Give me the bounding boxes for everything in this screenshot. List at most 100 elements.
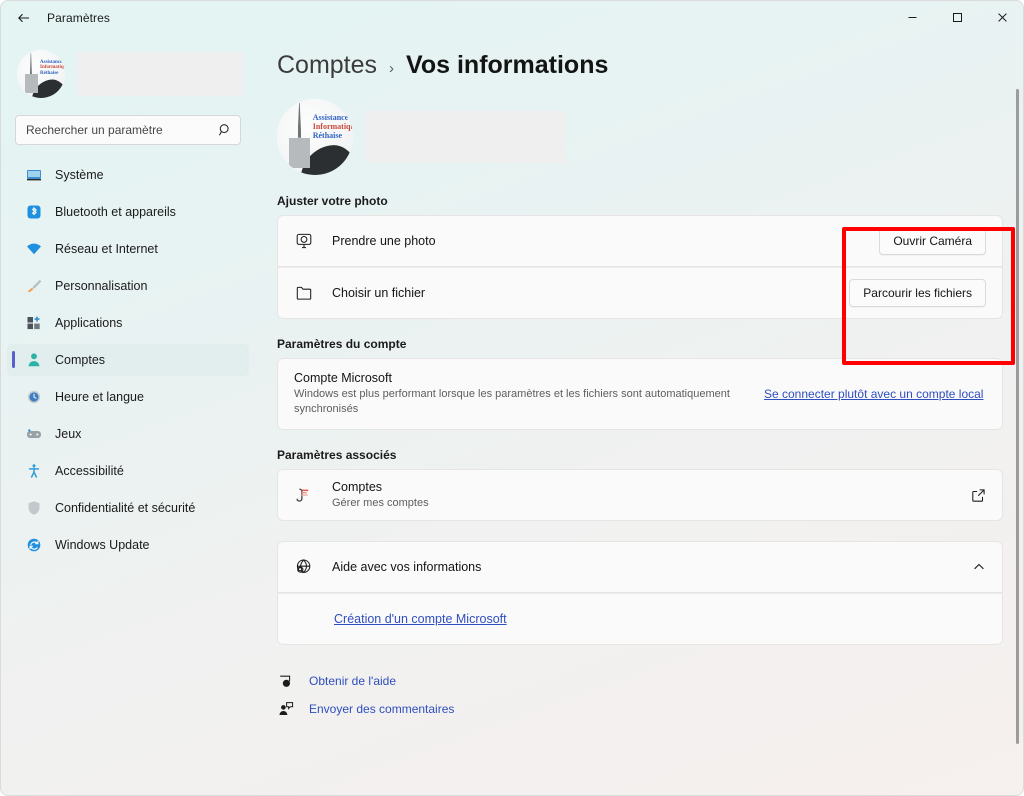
shield-icon — [25, 500, 42, 517]
avatar: Assistance Informatique Réthaise — [17, 50, 65, 98]
help-accordion-header[interactable]: Aide avec vos informations — [277, 541, 1003, 593]
sidebar-item-systeme[interactable]: Système — [7, 159, 249, 191]
accounts-app-icon — [294, 485, 314, 505]
sidebar-item-label: Réseau et Internet — [55, 242, 158, 256]
avatar-text-line1: Assistance — [312, 113, 349, 123]
sidebar-item-comptes[interactable]: Comptes — [7, 344, 249, 376]
back-arrow-icon — [18, 13, 29, 22]
avatar-text-line3: Réthaise — [312, 131, 343, 141]
window-title: Paramètres — [47, 10, 111, 25]
footer-link-get-help[interactable]: ? Obtenir de l'aide — [277, 667, 1023, 695]
help-header-label: Aide avec vos informations — [332, 560, 482, 574]
maximize-button[interactable] — [935, 2, 980, 34]
folder-icon — [294, 284, 314, 302]
brush-icon — [25, 278, 42, 295]
footer-link-label: Obtenir de l'aide — [309, 674, 397, 688]
row-sublabel: Gérer mes comptes — [332, 496, 429, 509]
sidebar: Assistance Informatique Réthaise Recherc… — [1, 34, 257, 795]
footer-links: ? Obtenir de l'aide Envoyer des commenta… — [277, 667, 1023, 723]
sidebar-nav: Système Bluetooth et appareils Réseau et… — [1, 159, 257, 561]
sidebar-item-accessibilite[interactable]: Accessibilité — [7, 455, 249, 487]
page-title: Vos informations — [406, 51, 609, 79]
search-icon — [218, 123, 232, 137]
globe-help-icon — [294, 558, 314, 576]
breadcrumb-separator: › — [389, 60, 395, 77]
avatar-text-line2: Informatique — [40, 65, 65, 71]
sidebar-item-reseau-et-internet[interactable]: Réseau et Internet — [7, 233, 249, 265]
chevron-up-icon[interactable] — [972, 560, 986, 574]
help-accordion-body: Création d'un compte Microsoft — [277, 593, 1003, 645]
search-input[interactable]: Rechercher un paramètre — [15, 115, 241, 145]
back-button[interactable] — [7, 3, 41, 33]
person-icon — [25, 352, 42, 369]
close-icon — [998, 13, 1007, 22]
sidebar-item-jeux[interactable]: Jeux — [7, 418, 249, 450]
external-link-icon[interactable] — [971, 488, 986, 503]
sidebar-item-personnalisation[interactable]: Personnalisation — [7, 270, 249, 302]
sidebar-item-label: Confidentialité et sécurité — [55, 501, 196, 515]
row-label: Prendre une photo — [332, 234, 436, 248]
footer-link-send-feedback[interactable]: Envoyer des commentaires — [277, 695, 1023, 723]
help-link-create-microsoft-account[interactable]: Création d'un compte Microsoft — [334, 612, 507, 626]
avatar-text-line2: Informatique — [312, 122, 353, 132]
sidebar-item-label: Comptes — [55, 353, 106, 367]
section-title-adjust-photo: Ajuster votre photo — [277, 194, 388, 208]
row-label: Choisir un fichier — [332, 286, 426, 300]
related-settings-card-group: Comptes Gérer mes comptes — [277, 469, 1003, 521]
sidebar-item-label: Accessibilité — [55, 464, 124, 478]
profile-name-redacted — [365, 111, 565, 163]
avatar: Assistance Informatique Réthaise — [277, 99, 353, 175]
accessibility-icon — [25, 463, 42, 480]
update-icon — [25, 537, 42, 554]
row-choose-file[interactable]: Choisir un fichier Parcourir les fichier… — [277, 267, 1003, 319]
title-bar: Paramètres — [1, 1, 1023, 34]
browse-files-button[interactable]: Parcourir les fichiers — [849, 279, 986, 307]
section-title-related-settings: Paramètres associés — [277, 448, 397, 462]
breadcrumb: Comptes › Vos informations — [277, 51, 1023, 80]
sign-in-local-account-link[interactable]: Se connecter plutôt avec un compte local — [764, 387, 983, 401]
maximize-icon — [953, 13, 962, 22]
row-microsoft-account: Compte Microsoft Windows est plus perfor… — [277, 358, 1003, 430]
wifi-icon — [25, 241, 42, 258]
sidebar-profile[interactable]: Assistance Informatique Réthaise — [17, 43, 243, 105]
webcam-icon — [294, 232, 314, 250]
row-label: Comptes — [332, 479, 383, 494]
avatar-text-line3: Réthaise — [40, 70, 59, 76]
account-settings-card-group: Compte Microsoft Windows est plus perfor… — [277, 358, 1003, 430]
minimize-button[interactable] — [890, 2, 935, 34]
sidebar-item-label: Personnalisation — [55, 279, 148, 293]
content-pane: Comptes › Vos informations Assistance In… — [257, 34, 1023, 795]
bluetooth-icon — [25, 204, 42, 221]
row-sublabel: Windows est plus performant lorsque les … — [294, 388, 730, 415]
help-accordion: Aide avec vos informations Création d'un… — [277, 541, 1003, 645]
monitor-icon — [25, 167, 42, 184]
footer-link-label: Envoyer des commentaires — [309, 702, 455, 716]
sidebar-item-label: Jeux — [55, 427, 82, 441]
gamepad-icon — [25, 426, 42, 443]
sidebar-item-applications[interactable]: Applications — [7, 307, 249, 339]
sidebar-item-label: Bluetooth et appareils — [55, 205, 176, 219]
breadcrumb-parent[interactable]: Comptes — [277, 51, 377, 80]
svg-text:?: ? — [285, 681, 288, 687]
profile-header: Assistance Informatique Réthaise — [277, 98, 1023, 176]
avatar-text-line1: Assistance — [40, 59, 63, 65]
sidebar-item-windows-update[interactable]: Windows Update — [7, 529, 249, 561]
profile-name-redacted — [77, 52, 243, 96]
close-button[interactable] — [980, 2, 1023, 34]
sidebar-item-label: Heure et langue — [55, 390, 144, 404]
sidebar-item-label: Windows Update — [55, 538, 150, 552]
adjust-photo-card-group: Prendre une photo Ouvrir Caméra Choisir … — [277, 215, 1003, 319]
sidebar-item-confidentialite-et-securite[interactable]: Confidentialité et sécurité — [7, 492, 249, 524]
open-camera-button[interactable]: Ouvrir Caméra — [879, 227, 986, 255]
feedback-icon — [277, 701, 295, 717]
vertical-scrollbar[interactable] — [1016, 89, 1019, 744]
section-title-account-settings: Paramètres du compte — [277, 337, 407, 351]
clock-icon — [25, 389, 42, 406]
sidebar-item-heure-et-langue[interactable]: Heure et langue — [7, 381, 249, 413]
settings-window: Paramètres Assistance Informatique Rétha… — [0, 0, 1024, 796]
minimize-icon — [908, 17, 917, 18]
row-accounts-app[interactable]: Comptes Gérer mes comptes — [277, 469, 1003, 521]
row-take-photo[interactable]: Prendre une photo Ouvrir Caméra — [277, 215, 1003, 267]
get-help-icon: ? — [277, 673, 295, 689]
sidebar-item-bluetooth-et-appareils[interactable]: Bluetooth et appareils — [7, 196, 249, 228]
